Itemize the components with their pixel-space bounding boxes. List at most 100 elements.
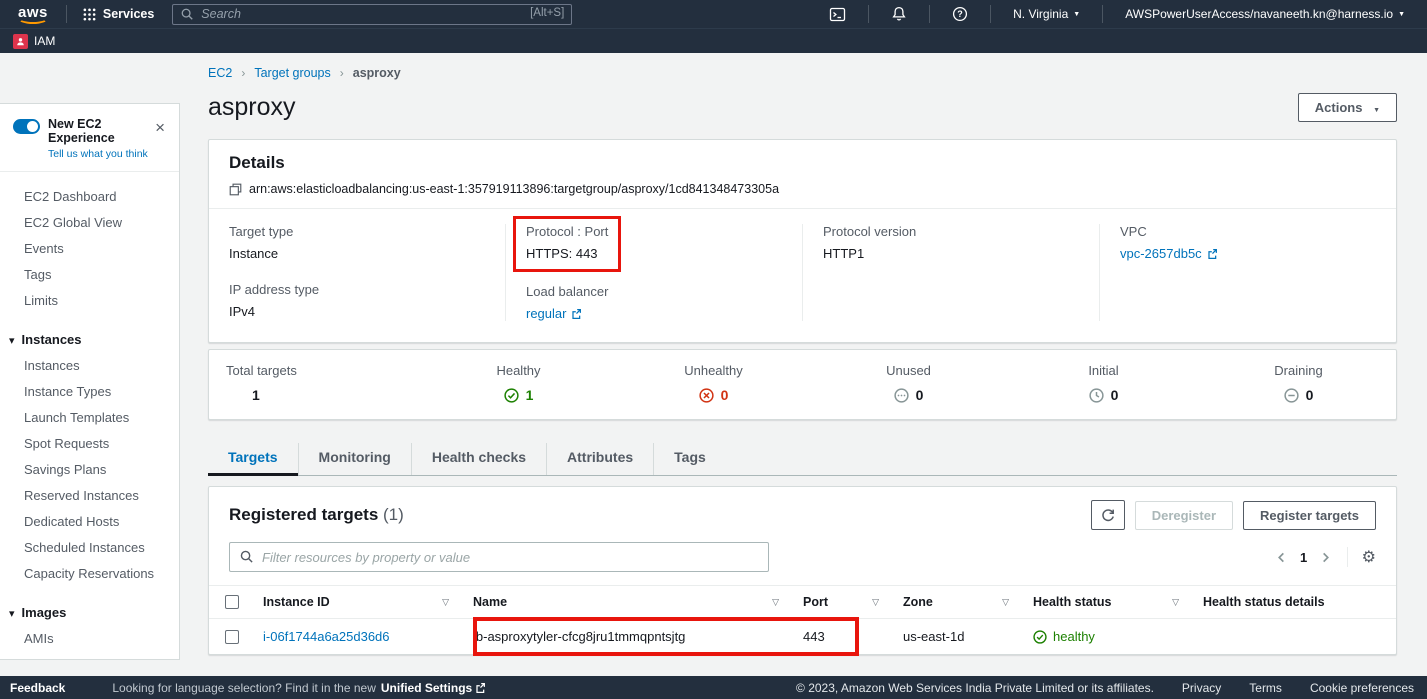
total-targets-stat: Total targets 1 [209, 363, 421, 403]
column-header[interactable]: Name ▽ [461, 586, 791, 619]
stat-value: 0 [721, 387, 729, 403]
stat-label: Unused [811, 363, 1006, 378]
chevron-down-icon: ▼ [1073, 11, 1080, 18]
sidebar-item[interactable]: Images [0, 600, 179, 626]
sidebar-item[interactable]: Spot Requests [0, 431, 179, 457]
register-targets-button[interactable]: Register targets [1243, 501, 1376, 530]
search-input[interactable] [172, 4, 572, 25]
sidebar-item[interactable]: Savings Plans [0, 457, 179, 483]
breadcrumb-target-groups[interactable]: Target groups [254, 66, 330, 80]
sort-icon[interactable]: ▽ [772, 597, 779, 608]
services-grid-icon [83, 8, 96, 21]
close-icon[interactable]: × [151, 117, 169, 138]
next-page-button[interactable] [1315, 546, 1337, 568]
feedback-link[interactable]: Feedback [10, 681, 65, 695]
tab[interactable]: Targets [208, 443, 298, 475]
new-experience-title: New EC2 Experience [48, 117, 151, 145]
detail-field: Protocol version HTTP1 [823, 224, 1079, 261]
iam-favorite-link[interactable]: IAM [13, 34, 55, 49]
row-checkbox[interactable] [225, 630, 239, 644]
sort-icon[interactable]: ▽ [872, 597, 879, 608]
health-status-details-cell [1191, 619, 1396, 655]
stat-value: 0 [1306, 387, 1314, 403]
field-label: Target type [229, 224, 485, 239]
detail-field: IP address type IPv4 [229, 282, 485, 319]
field-value[interactable]: regular [526, 306, 566, 321]
new-ec2-experience-toggle[interactable] [13, 119, 40, 134]
aws-logo[interactable]: aws [10, 4, 56, 25]
search-icon [239, 549, 254, 564]
top-navigation: aws Services [Alt+S] [0, 0, 1427, 28]
stat-label: Draining [1201, 363, 1396, 378]
port-cell: 443 [791, 619, 891, 655]
unified-settings-link[interactable]: Unified Settings [381, 681, 486, 695]
sidebar-item[interactable]: EC2 Dashboard [0, 184, 179, 210]
terms-link[interactable]: Terms [1249, 681, 1282, 695]
column-header-label: Zone [903, 595, 933, 609]
settings-gear-icon[interactable]: ⚙ [1347, 547, 1376, 567]
sidebar-item[interactable]: Dedicated Hosts [0, 509, 179, 535]
column-header-label: Name [473, 595, 507, 609]
region-label: N. Virginia [1013, 7, 1068, 21]
sidebar-item[interactable]: AMI Catalog [0, 652, 179, 660]
cloudshell-button[interactable] [817, 7, 858, 22]
details-panel: Details arn:aws:elasticloadbalancing:us-… [208, 139, 1397, 343]
refresh-button[interactable] [1091, 500, 1125, 530]
breadcrumb-separator: › [340, 66, 344, 80]
deregister-button[interactable]: Deregister [1135, 501, 1233, 530]
detail-field: Load balancer regular [526, 284, 782, 321]
health-summary-panel: Total targets 1 Healthy 1 Unhealthy [208, 349, 1397, 420]
sidebar-item[interactable]: Capacity Reservations [0, 561, 179, 587]
field-value[interactable]: vpc-2657db5c [1120, 246, 1202, 261]
sidebar-item[interactable]: Limits [0, 288, 179, 314]
target-group-arn: arn:aws:elasticloadbalancing:us-east-1:3… [249, 182, 779, 196]
field-label: Protocol : Port [526, 224, 608, 239]
column-header[interactable]: Instance ID ▽ [251, 586, 461, 619]
global-search[interactable]: [Alt+S] [172, 4, 572, 25]
sort-icon[interactable]: ▽ [1172, 597, 1179, 608]
external-link-icon [571, 308, 582, 319]
sidebar-nav: EC2 DashboardEC2 Global ViewEventsTagsLi… [0, 172, 179, 660]
sidebar-item[interactable]: Reserved Instances [0, 483, 179, 509]
instance-id-link[interactable]: i-06f1744a6a25d36d6 [263, 629, 390, 644]
sidebar-item[interactable]: EC2 Global View [0, 210, 179, 236]
notifications-button[interactable] [879, 6, 919, 22]
actions-button[interactable]: Actions ▼ [1298, 93, 1397, 122]
field-label: IP address type [229, 282, 485, 297]
tab[interactable]: Health checks [411, 443, 546, 475]
tell-us-link[interactable]: Tell us what you think [48, 148, 151, 160]
select-all-checkbox[interactable] [225, 595, 239, 609]
healthy-stat: Healthy 1 [421, 363, 616, 403]
services-menu-button[interactable]: Services [77, 7, 160, 21]
sidebar-item[interactable]: Instances [0, 353, 179, 379]
column-header[interactable]: Zone ▽ [891, 586, 1021, 619]
sort-icon[interactable]: ▽ [442, 597, 449, 608]
privacy-link[interactable]: Privacy [1182, 681, 1221, 695]
sidebar-item[interactable]: Tags [0, 262, 179, 288]
column-header[interactable]: Health status details [1191, 586, 1396, 619]
divider [66, 5, 67, 23]
breadcrumb-ec2[interactable]: EC2 [208, 66, 232, 80]
tab[interactable]: Monitoring [298, 443, 411, 475]
copy-icon[interactable] [229, 183, 242, 196]
unhealthy-stat: Unhealthy 0 [616, 363, 811, 403]
sidebar-item[interactable]: Scheduled Instances [0, 535, 179, 561]
sidebar-item[interactable]: Events [0, 236, 179, 262]
column-header[interactable]: Port ▽ [791, 586, 891, 619]
tab[interactable]: Attributes [546, 443, 653, 475]
sort-icon[interactable]: ▽ [1002, 597, 1009, 608]
help-button[interactable]: ? [940, 6, 980, 22]
filter-input[interactable] [229, 542, 769, 572]
previous-page-button[interactable] [1271, 546, 1293, 568]
sidebar-item[interactable]: Launch Templates [0, 405, 179, 431]
sidebar-item[interactable]: AMIs [0, 626, 179, 652]
account-menu[interactable]: AWSPowerUserAccess/navaneeth.kn@harness.… [1113, 7, 1417, 21]
region-selector[interactable]: N. Virginia ▼ [1001, 7, 1092, 21]
table-header-row: Instance ID ▽ Name ▽ Port [209, 586, 1396, 619]
sidebar-item[interactable]: Instances [0, 327, 179, 353]
column-header[interactable]: Health status ▽ [1021, 586, 1191, 619]
tab[interactable]: Tags [653, 443, 726, 475]
cookie-preferences-link[interactable]: Cookie preferences [1310, 681, 1414, 695]
sidebar-item[interactable]: Instance Types [0, 379, 179, 405]
page-number[interactable]: 1 [1293, 550, 1315, 565]
